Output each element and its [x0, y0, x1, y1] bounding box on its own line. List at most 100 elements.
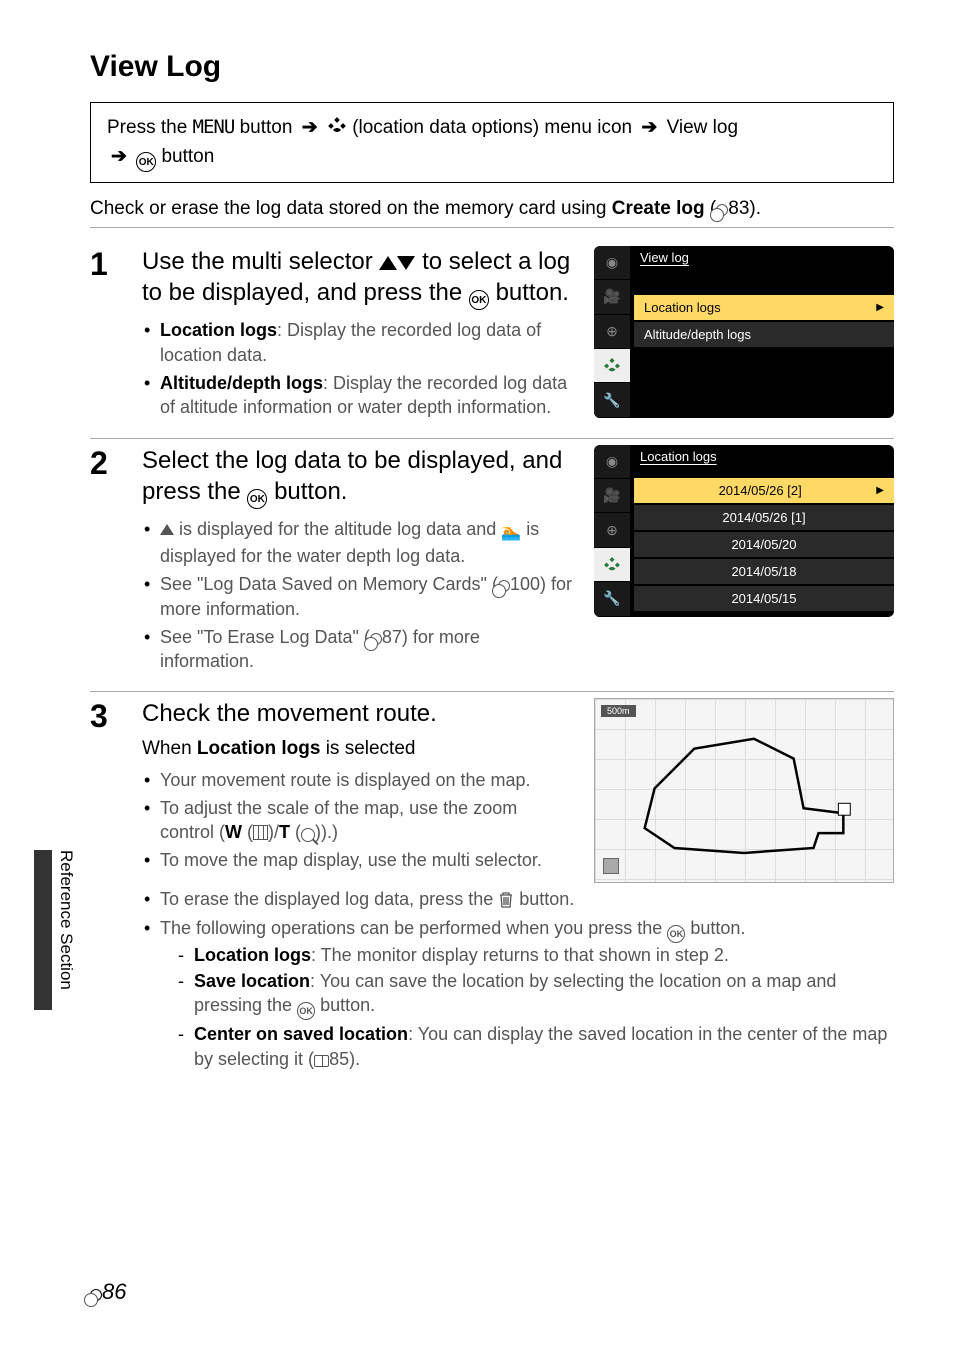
step-number: 3: [90, 698, 118, 1075]
nav-text: Press the: [107, 117, 187, 138]
nav-text: (location data options) menu icon: [352, 117, 632, 138]
step2-heading: Select the log data to be displayed, and…: [142, 445, 574, 510]
dash-rest: : The monitor display returns to that sh…: [311, 945, 729, 965]
reference-section-tab: Reference Section: [34, 850, 76, 1010]
bullet-item: The following operations can be performe…: [142, 916, 894, 1071]
camera-tab-shoot: ◉: [594, 445, 630, 479]
bullet-text: button.: [690, 918, 745, 938]
trash-icon: [498, 891, 514, 909]
bullet-item: Your movement route is displayed on the …: [142, 768, 574, 792]
ok-button-icon: OK: [136, 152, 156, 172]
bullet-tail: ).: [321, 822, 332, 842]
camera-tab-setup: 🔧: [594, 383, 630, 417]
intro-bold: Create log: [612, 198, 705, 219]
camera-tab-movie: 🎥: [594, 280, 630, 314]
reference-icon: [716, 204, 728, 216]
camera-ui-item-selected: 2014/05/26 [2]▶: [634, 478, 894, 503]
reference-icon: [498, 580, 510, 592]
camera-ui-item: 2014/05/15: [634, 586, 894, 611]
sub-post: is selected: [320, 738, 415, 759]
camera-ui-location-logs: ◉ 🎥 ⊕ 🔧 Location logs 2014/05/26 [2]▶ 20…: [594, 445, 894, 617]
bullet-text: To erase the displayed log data, press t…: [160, 889, 493, 909]
camera-ui-view-log: ◉ 🎥 ⊕ 🔧 View log Location logs▶ Altitude…: [594, 246, 894, 418]
chevron-right-icon: ▶: [876, 302, 884, 313]
ok-button-icon: OK: [247, 489, 267, 509]
camera-tab-antenna: ⊕: [594, 513, 630, 547]
bullet-item: See "To Erase Log Data" (87) for more in…: [142, 625, 574, 674]
bullet-text: is displayed for the altitude log data a…: [179, 519, 496, 539]
bullet-item: To erase the displayed log data, press t…: [142, 887, 894, 911]
step3-subheading: When Location logs is selected: [142, 738, 574, 760]
nav-text: button: [161, 146, 214, 167]
satellite-icon: [327, 116, 347, 136]
zoom-w: W: [225, 822, 242, 842]
camera-ui-item: 2014/05/20: [634, 532, 894, 557]
camera-ui-item: Altitude/depth logs: [634, 322, 894, 347]
camera-tab-setup: 🔧: [594, 582, 630, 616]
step-2: 2 Select the log data to be displayed, a…: [90, 439, 894, 693]
bullet-text: The following operations can be performe…: [160, 918, 662, 938]
ok-button-icon: OK: [667, 925, 685, 943]
heading-part: Use the multi selector: [142, 248, 373, 275]
bullet-item: See "Log Data Saved on Memory Cards" (10…: [142, 572, 574, 621]
dash-item: Save location: You can save the location…: [178, 969, 894, 1020]
bullet-text: See "To Erase Log Data" (: [160, 627, 370, 647]
water-depth-icon: 🏊: [501, 522, 521, 544]
step-1: 1 Use the multi selector to select a log…: [90, 240, 894, 439]
step3-heading: Check the movement route.: [142, 698, 574, 729]
dash-ref: 85).: [329, 1049, 360, 1069]
sub-bold: Location logs: [197, 738, 321, 759]
step-number: 1: [90, 246, 118, 424]
zoom-t: T: [279, 822, 290, 842]
camera-ui-sidebar: ◉ 🎥 ⊕ 🔧: [594, 246, 630, 418]
sd-card-icon: [603, 858, 619, 874]
sub-pre: When: [142, 738, 197, 759]
bullet-text: button.: [519, 889, 574, 909]
heading-part: Select the log data to be displayed, and…: [142, 447, 562, 505]
camera-ui-sidebar: ◉ 🎥 ⊕ 🔧: [594, 445, 630, 617]
dash-bold: Location logs: [194, 945, 311, 965]
nav-text: View log: [667, 117, 738, 138]
thumbnail-grid-icon: [253, 825, 268, 840]
navigation-path-box: Press the MENU button ➔ (location data o…: [90, 102, 894, 183]
bullet-item: Location logs: Display the recorded log …: [142, 318, 574, 367]
camera-ui-item: 2014/05/26 [1]: [634, 505, 894, 530]
intro-ref: 83).: [728, 198, 761, 219]
heading-part: button.: [496, 279, 569, 306]
bullet-item: Altitude/depth logs: Display the recorde…: [142, 371, 574, 420]
bullet-item: To adjust the scale of the map, use the …: [142, 796, 574, 845]
camera-ui-item-selected: Location logs ▶: [634, 295, 894, 320]
item-label: 2014/05/26 [2]: [644, 483, 876, 498]
camera-tab-location: [594, 349, 630, 383]
page-footer: 86: [90, 1279, 126, 1305]
magnify-icon: [301, 828, 315, 842]
camera-tab-location: [594, 548, 630, 582]
bullet-text: To adjust the scale of the map, use the …: [160, 798, 517, 842]
arrow-icon: ➔: [111, 146, 127, 167]
dash-tail: button.: [320, 995, 375, 1015]
page-title: View Log: [90, 50, 894, 84]
nav-text: button: [240, 117, 293, 138]
intro-text: Check or erase the log data stored on th…: [90, 197, 894, 228]
map-display: 500m: [594, 698, 894, 883]
step1-heading: Use the multi selector to select a log t…: [142, 246, 574, 311]
dash-bold: Save location: [194, 971, 310, 991]
bullet-text: See "Log Data Saved on Memory Cards" (: [160, 574, 498, 594]
camera-tab-shoot: ◉: [594, 246, 630, 280]
bullet-bold: Altitude/depth logs: [160, 373, 323, 393]
camera-ui-title: Location logs: [630, 445, 894, 468]
bullet-bold: Location logs: [160, 320, 277, 340]
dash-item: Location logs: The monitor display retur…: [178, 943, 894, 967]
dash-item: Center on saved location: You can displa…: [178, 1022, 894, 1071]
down-arrow-icon: [397, 256, 415, 270]
reference-icon: [370, 633, 382, 645]
reference-icon: [90, 1289, 102, 1301]
item-label: Location logs: [644, 300, 721, 315]
ok-button-icon: OK: [469, 290, 489, 310]
map-route-line: [595, 699, 893, 883]
bullet-item: is displayed for the altitude log data a…: [142, 517, 574, 568]
bullet-item: To move the map display, use the multi s…: [142, 848, 574, 872]
manual-page-icon: [314, 1055, 329, 1067]
camera-ui-item: 2014/05/18: [634, 559, 894, 584]
camera-tab-movie: 🎥: [594, 479, 630, 513]
